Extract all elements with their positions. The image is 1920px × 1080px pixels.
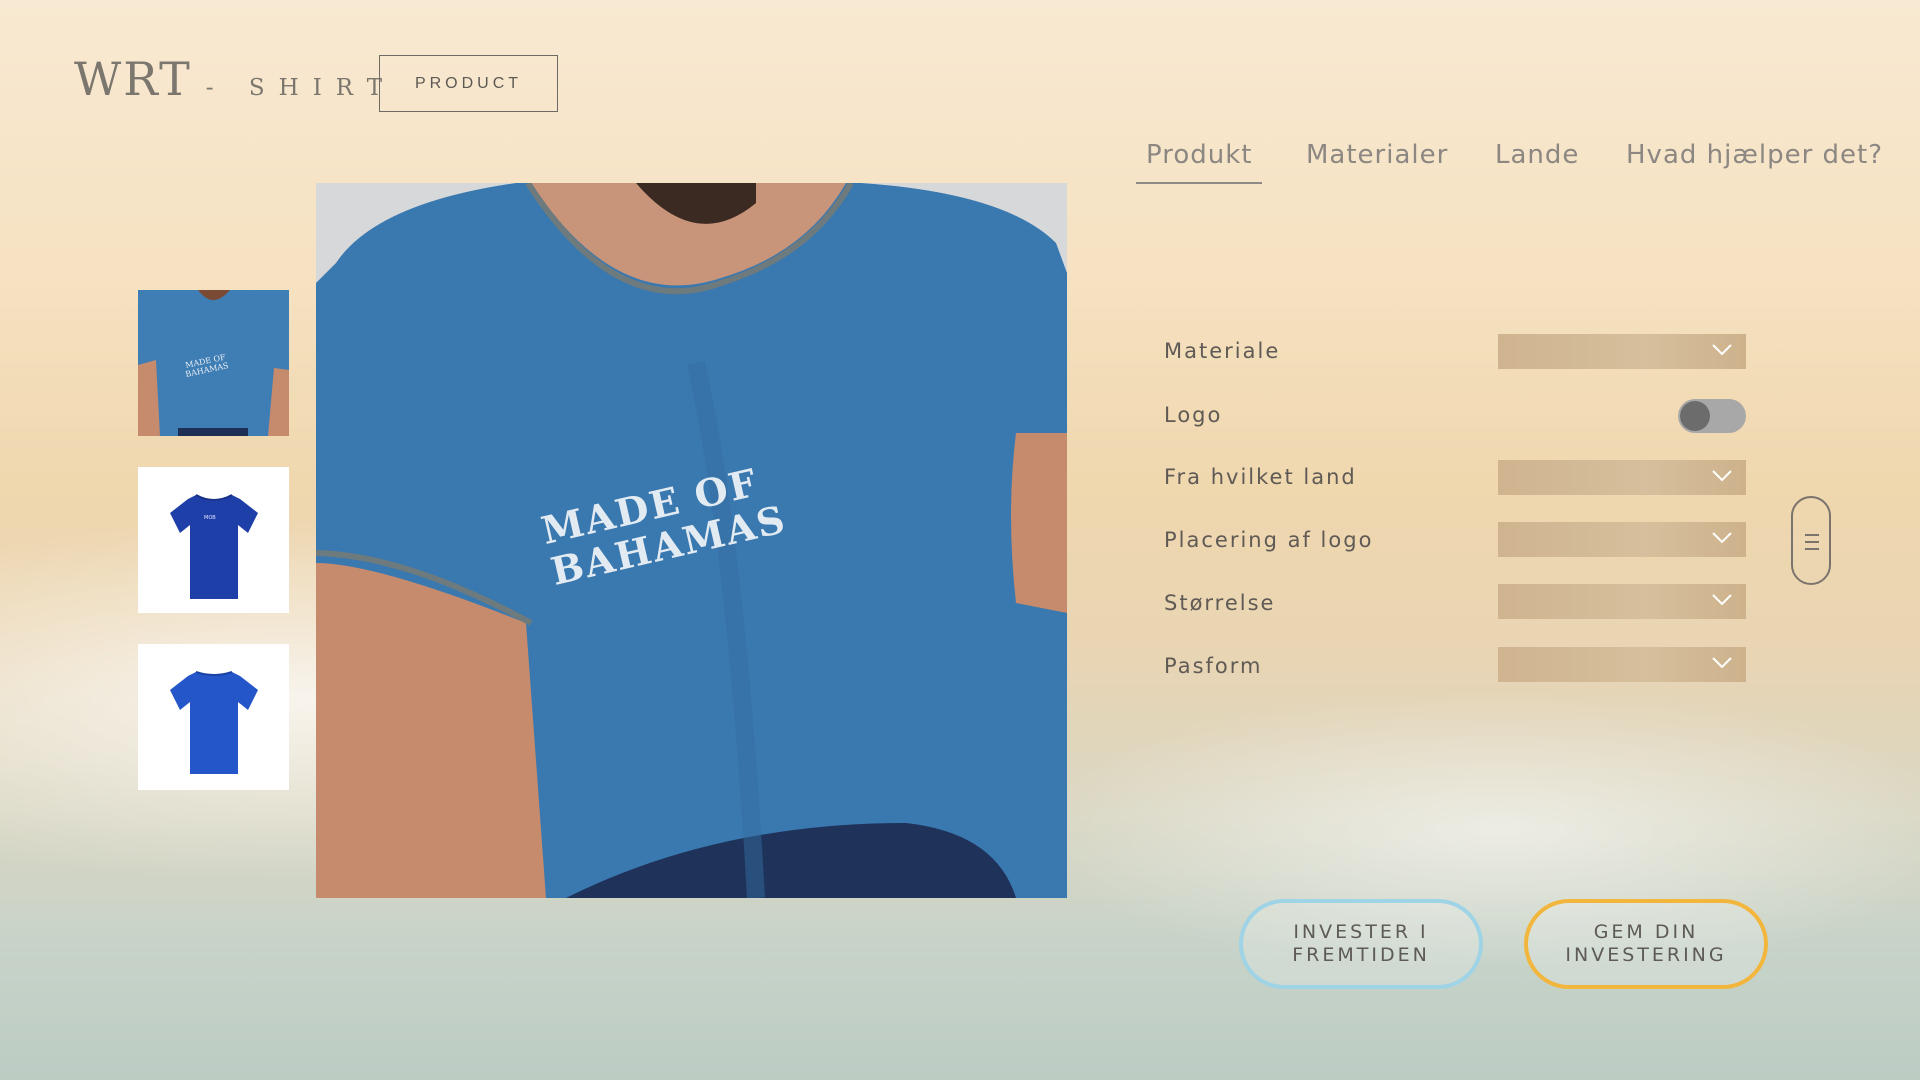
thumbnail-back[interactable] — [138, 644, 289, 790]
country-dropdown[interactable] — [1498, 460, 1746, 495]
brand-separator: - — [205, 75, 228, 101]
brand-name: WRT — [74, 52, 192, 106]
scroll-handle-line — [1805, 541, 1819, 543]
shirt-back-thumbnail-image — [170, 671, 258, 774]
chevron-down-icon — [1712, 344, 1732, 356]
label-placering-af-logo: Placering af logo — [1164, 528, 1374, 552]
invest-button-line-2: FREMTIDEN — [1292, 944, 1430, 966]
scroll-handle-line — [1805, 534, 1819, 536]
label-materiale: Materiale — [1164, 339, 1281, 363]
invest-button-line-1: INVESTER I — [1293, 921, 1429, 943]
main-product-image: MADE OF BAHAMAS — [316, 183, 1067, 898]
thumbnail-front[interactable]: MOB — [138, 467, 289, 613]
fit-dropdown[interactable] — [1498, 647, 1746, 682]
chevron-down-icon — [1712, 657, 1732, 669]
label-pasform: Pasform — [1164, 654, 1263, 678]
save-button-line-2: INVESTERING — [1565, 944, 1727, 966]
brand-logo: WRT - SHIRT — [74, 52, 396, 106]
materiale-dropdown[interactable] — [1498, 334, 1746, 369]
invest-button[interactable]: INVESTER I FREMTIDEN — [1239, 899, 1483, 989]
save-button-line-1: GEM DIN — [1593, 921, 1699, 943]
svg-text:MOB: MOB — [204, 515, 216, 521]
label-logo: Logo — [1164, 403, 1223, 427]
thumbnail-closeup[interactable]: MADE OF BAHAMAS — [138, 290, 289, 436]
shirt-closeup-thumbnail-image: MADE OF BAHAMAS — [138, 290, 289, 436]
scroll-handle-line — [1805, 548, 1819, 550]
logo-placement-dropdown[interactable] — [1498, 522, 1746, 557]
tab-hvad-hjaelper-det[interactable]: Hvad hjælper det? — [1626, 140, 1883, 184]
brand-subtitle: - SHIRT — [206, 75, 396, 101]
label-stoerrelse: Størrelse — [1164, 591, 1276, 615]
chevron-down-icon — [1712, 594, 1732, 606]
tab-lande[interactable]: Lande — [1495, 140, 1579, 184]
toggle-knob — [1680, 401, 1710, 431]
tab-materialer[interactable]: Materialer — [1306, 140, 1448, 184]
shirt-front-thumbnail-image: MOB — [170, 494, 258, 599]
logo-toggle[interactable] — [1678, 399, 1746, 433]
save-investment-button[interactable]: GEM DIN INVESTERING — [1524, 899, 1768, 989]
chevron-down-icon — [1712, 532, 1732, 544]
product-button[interactable]: PRODUCT — [379, 55, 558, 112]
chevron-down-icon — [1712, 470, 1732, 482]
brand-sub-text: SHIRT — [248, 75, 397, 101]
label-fra-hvilket-land: Fra hvilket land — [1164, 465, 1357, 489]
scroll-handle-icon[interactable] — [1791, 496, 1831, 585]
tab-produkt[interactable]: Produkt — [1136, 140, 1263, 184]
size-dropdown[interactable] — [1498, 584, 1746, 619]
